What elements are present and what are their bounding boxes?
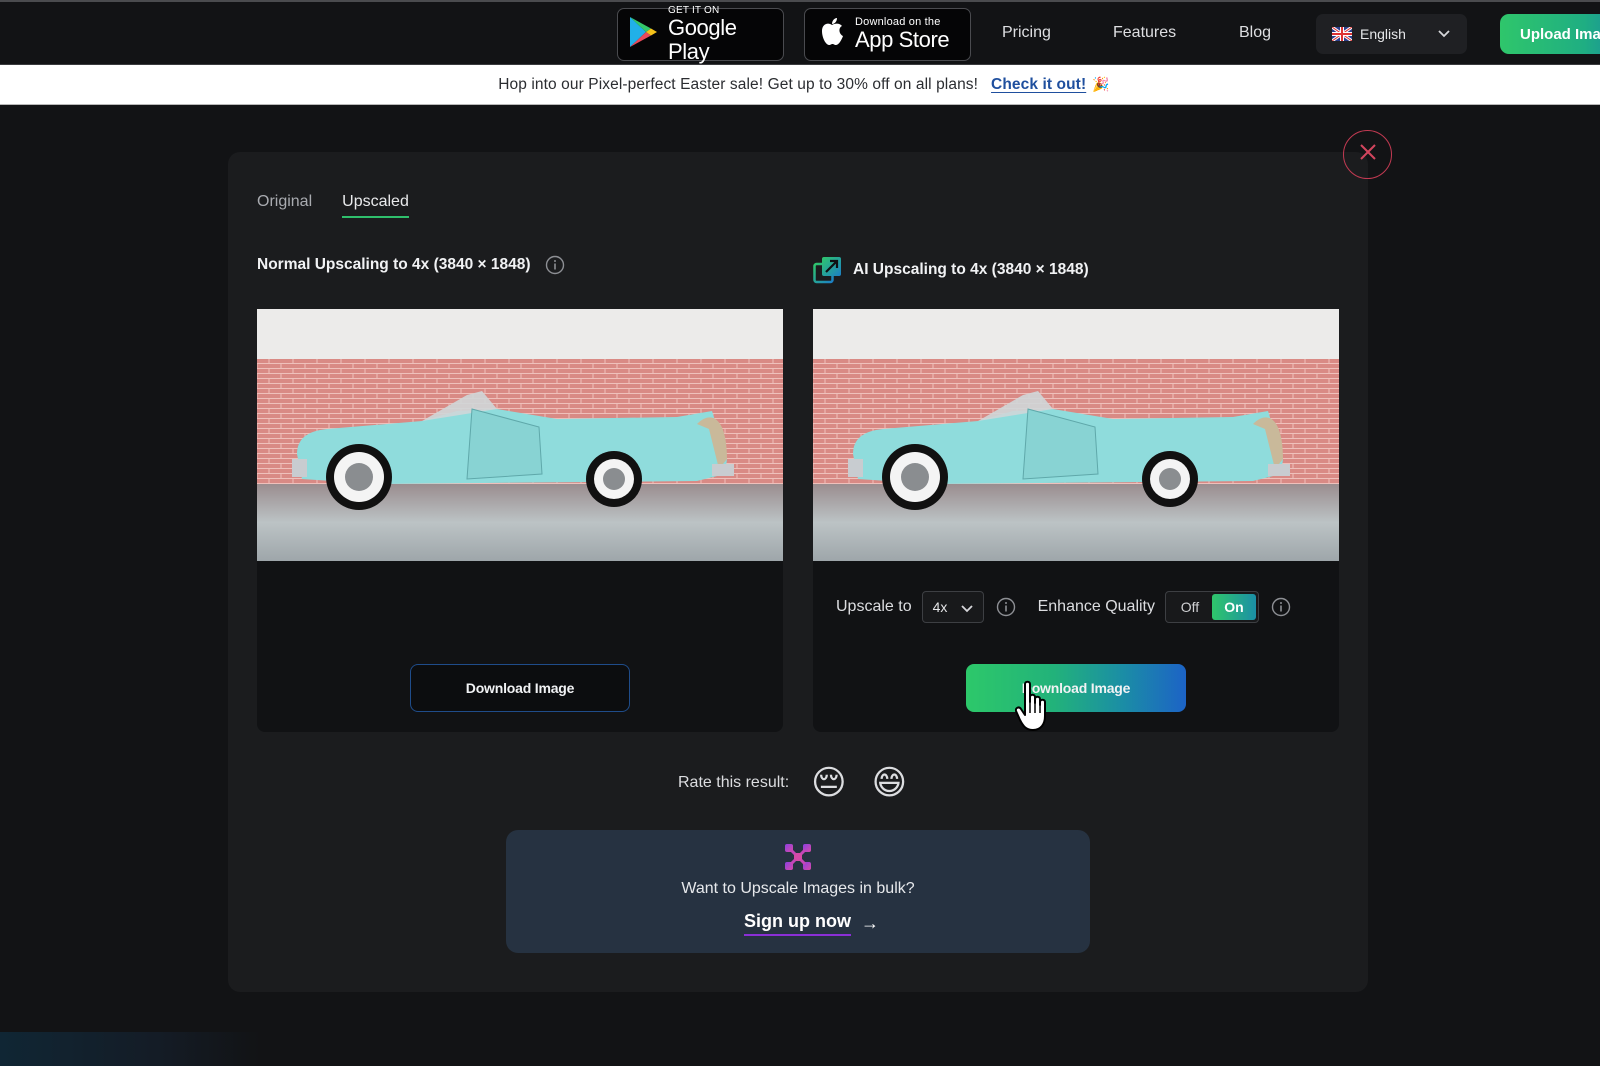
- nav-blog[interactable]: Blog: [1239, 24, 1271, 42]
- normal-upscale-panel: Download Image: [257, 309, 783, 732]
- chevron-down-icon: [1437, 26, 1451, 43]
- view-tabs: Original Upscaled: [257, 193, 409, 218]
- bulk-upscale-card: Want to Upscale Images in bulk? Sign up …: [506, 830, 1090, 953]
- party-popper-icon: 🎉: [1092, 76, 1110, 92]
- background-gradient: [0, 1032, 260, 1066]
- promo-link[interactable]: Check it out!: [991, 76, 1086, 94]
- chevron-down-icon: [960, 601, 974, 618]
- upscale-info-icon[interactable]: [996, 597, 1016, 617]
- brand-logo-icon: [785, 844, 811, 875]
- close-icon: [1359, 143, 1377, 166]
- normal-upscaling-title: Normal Upscaling to 4x (3840 × 1848): [257, 256, 531, 273]
- enhance-quality-toggle[interactable]: Off On: [1165, 591, 1259, 623]
- normal-upscaling-heading: Normal Upscaling to 4x (3840 × 1848): [257, 255, 565, 275]
- upscale-to-label: Upscale to: [836, 598, 912, 615]
- rating-row: Rate this result: 😔 😄: [678, 766, 907, 800]
- language-label: English: [1360, 26, 1406, 42]
- toggle-on-option[interactable]: On: [1212, 594, 1256, 620]
- sign-up-link[interactable]: Sign up now →: [744, 911, 879, 936]
- rating-happy-button[interactable]: 😄: [872, 766, 907, 800]
- tab-upscaled[interactable]: Upscaled: [342, 193, 409, 218]
- nav-pricing[interactable]: Pricing: [1002, 24, 1051, 42]
- enhance-info-icon[interactable]: [1271, 597, 1291, 617]
- apple-icon: [819, 16, 845, 53]
- tab-original[interactable]: Original: [257, 193, 312, 218]
- promo-banner: Hop into our Pixel-perfect Easter sale! …: [0, 65, 1600, 105]
- google-play-big-text: Google Play: [668, 15, 737, 64]
- download-ai-button[interactable]: Download Image: [966, 664, 1186, 712]
- rating-sad-button[interactable]: 😔: [811, 766, 846, 800]
- app-store-big-text: App Store: [855, 27, 950, 52]
- language-selector[interactable]: English: [1316, 14, 1467, 54]
- sign-up-label: Sign up now: [744, 911, 851, 936]
- ai-upscale-icon: [813, 255, 843, 285]
- ai-upscale-panel: Upscale to 4x Enhance Quality Off On Dow…: [813, 309, 1339, 732]
- info-icon[interactable]: [545, 255, 565, 275]
- upscale-factor-select[interactable]: 4x: [921, 591, 984, 623]
- uk-flag-icon: [1331, 25, 1353, 43]
- ai-upscaled-image: [813, 309, 1339, 561]
- upscale-controls: Upscale to 4x Enhance Quality Off On: [813, 591, 1339, 623]
- google-play-icon: [628, 16, 658, 53]
- download-normal-button[interactable]: Download Image: [410, 664, 630, 712]
- normal-upscaled-image: [257, 309, 783, 561]
- toggle-off-option[interactable]: Off: [1168, 599, 1212, 615]
- arrow-right-icon: →: [860, 913, 879, 933]
- nav-features[interactable]: Features: [1113, 24, 1176, 42]
- promo-message: Hop into our Pixel-perfect Easter sale! …: [498, 75, 979, 93]
- close-button[interactable]: [1343, 130, 1392, 179]
- rating-label: Rate this result:: [678, 774, 790, 791]
- upload-image-button[interactable]: Upload Image: [1500, 14, 1600, 54]
- google-play-button[interactable]: GET IT ON Google Play: [617, 5, 784, 64]
- bulk-question: Want to Upscale Images in bulk?: [681, 880, 915, 897]
- hand-cursor-icon: [1014, 680, 1057, 741]
- ai-upscaling-heading: AI Upscaling to 4x (3840 × 1848): [813, 255, 1089, 285]
- ai-upscaling-title: AI Upscaling to 4x (3840 × 1848): [853, 261, 1089, 278]
- upscale-factor-value: 4x: [932, 599, 948, 615]
- enhance-quality-label: Enhance Quality: [1037, 598, 1155, 615]
- app-store-button[interactable]: Download on the App Store: [804, 8, 971, 61]
- top-navigation-bar: GET IT ON Google Play Download on the Ap…: [0, 0, 1600, 65]
